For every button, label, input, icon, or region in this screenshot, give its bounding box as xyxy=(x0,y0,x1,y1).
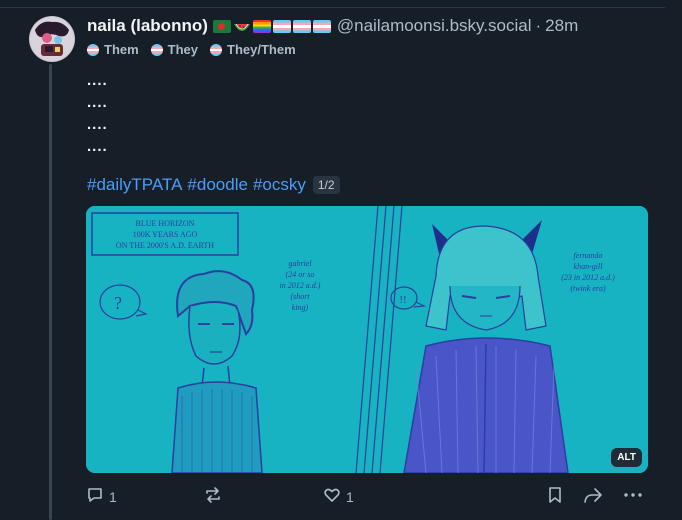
watermelon-icon xyxy=(233,20,251,33)
bookmark-icon xyxy=(546,486,564,507)
rainbow-flag-icon xyxy=(252,19,271,33)
label-line: (short xyxy=(290,292,310,301)
label-line: khan-gill xyxy=(574,262,604,271)
post-actions: 1 1 xyxy=(86,486,646,508)
caption-line: 100K YEARS AGO xyxy=(133,230,198,239)
label-line: fernando xyxy=(574,251,603,260)
name-emoji xyxy=(212,19,331,33)
label-line: king) xyxy=(292,303,309,312)
trans-flag-icon xyxy=(272,19,291,33)
caption-line: BLUE HORIZON xyxy=(136,219,195,228)
pronoun-text: They/Them xyxy=(227,42,296,57)
post-line: .... xyxy=(87,138,108,155)
like-count: 1 xyxy=(346,488,354,505)
caption-line: ON THE 2000'S A.D. EARTH xyxy=(116,241,214,250)
heart-icon xyxy=(323,486,341,507)
author-handle[interactable]: @nailamoonsi.bsky.social xyxy=(337,16,532,36)
post-image[interactable]: BLUE HORIZON 100K YEARS AGO ON THE 2000'… xyxy=(86,206,648,473)
like-button[interactable]: 1 xyxy=(323,486,354,507)
label-line: (twink era) xyxy=(570,284,606,293)
pronoun-label[interactable]: They xyxy=(150,42,199,57)
reply-count: 1 xyxy=(109,488,117,505)
more-icon xyxy=(623,486,643,507)
top-divider xyxy=(0,7,665,8)
hashtag-link[interactable]: #dailyTPATA xyxy=(87,175,182,195)
reply-button[interactable]: 1 xyxy=(86,486,117,507)
alt-text-badge[interactable]: ALT xyxy=(611,448,642,467)
pronoun-label[interactable]: They/Them xyxy=(210,42,296,57)
trans-flag-icon xyxy=(312,19,331,33)
trans-flag-icon xyxy=(292,19,311,33)
repost-button[interactable] xyxy=(204,486,222,507)
pronoun-label[interactable]: Them xyxy=(87,42,139,57)
label-line: in 2012 a.d.) xyxy=(280,281,321,290)
post-line: .... xyxy=(87,94,108,111)
post-time[interactable]: 28m xyxy=(545,16,578,36)
pronoun-text: Them xyxy=(104,42,139,57)
bookmark-button[interactable] xyxy=(546,486,564,507)
share-icon xyxy=(583,486,603,507)
author-name[interactable]: naila (labonno) xyxy=(87,16,208,36)
label-line: (23 in 2012 a.d.) xyxy=(561,273,615,282)
post-header: naila (labonno) @nailamoonsi.bsky.social… xyxy=(87,14,578,38)
reply-icon xyxy=(86,486,104,507)
share-button[interactable] xyxy=(583,486,603,507)
bubble-text: ? xyxy=(114,293,122,313)
post-line: .... xyxy=(87,72,108,89)
thread-line xyxy=(49,64,52,520)
trans-flag-icon xyxy=(210,43,223,56)
image-counter: 1/2 xyxy=(312,176,340,194)
hashtag-link[interactable]: #doodle xyxy=(187,175,248,195)
label-line: (24 or so xyxy=(286,270,315,279)
post-text: .... .... .... .... xyxy=(87,70,108,158)
more-options-button[interactable] xyxy=(623,486,643,507)
pronoun-text: They xyxy=(167,42,199,57)
repost-icon xyxy=(204,486,222,507)
label-line: gabriel xyxy=(288,259,312,268)
hashtag-row: #dailyTPATA #doodle #ocsky 1/2 xyxy=(87,175,340,195)
post-line: .... xyxy=(87,116,108,133)
pronoun-labels: Them They They/Them xyxy=(87,42,296,57)
bangladesh-flag-icon xyxy=(212,19,231,33)
avatar[interactable] xyxy=(29,16,75,62)
trans-flag-icon xyxy=(87,43,99,56)
hashtag-link[interactable]: #ocsky xyxy=(253,175,306,195)
trans-flag-icon xyxy=(150,43,163,56)
bubble-text: !! xyxy=(399,294,406,306)
header-separator: · xyxy=(535,16,542,35)
